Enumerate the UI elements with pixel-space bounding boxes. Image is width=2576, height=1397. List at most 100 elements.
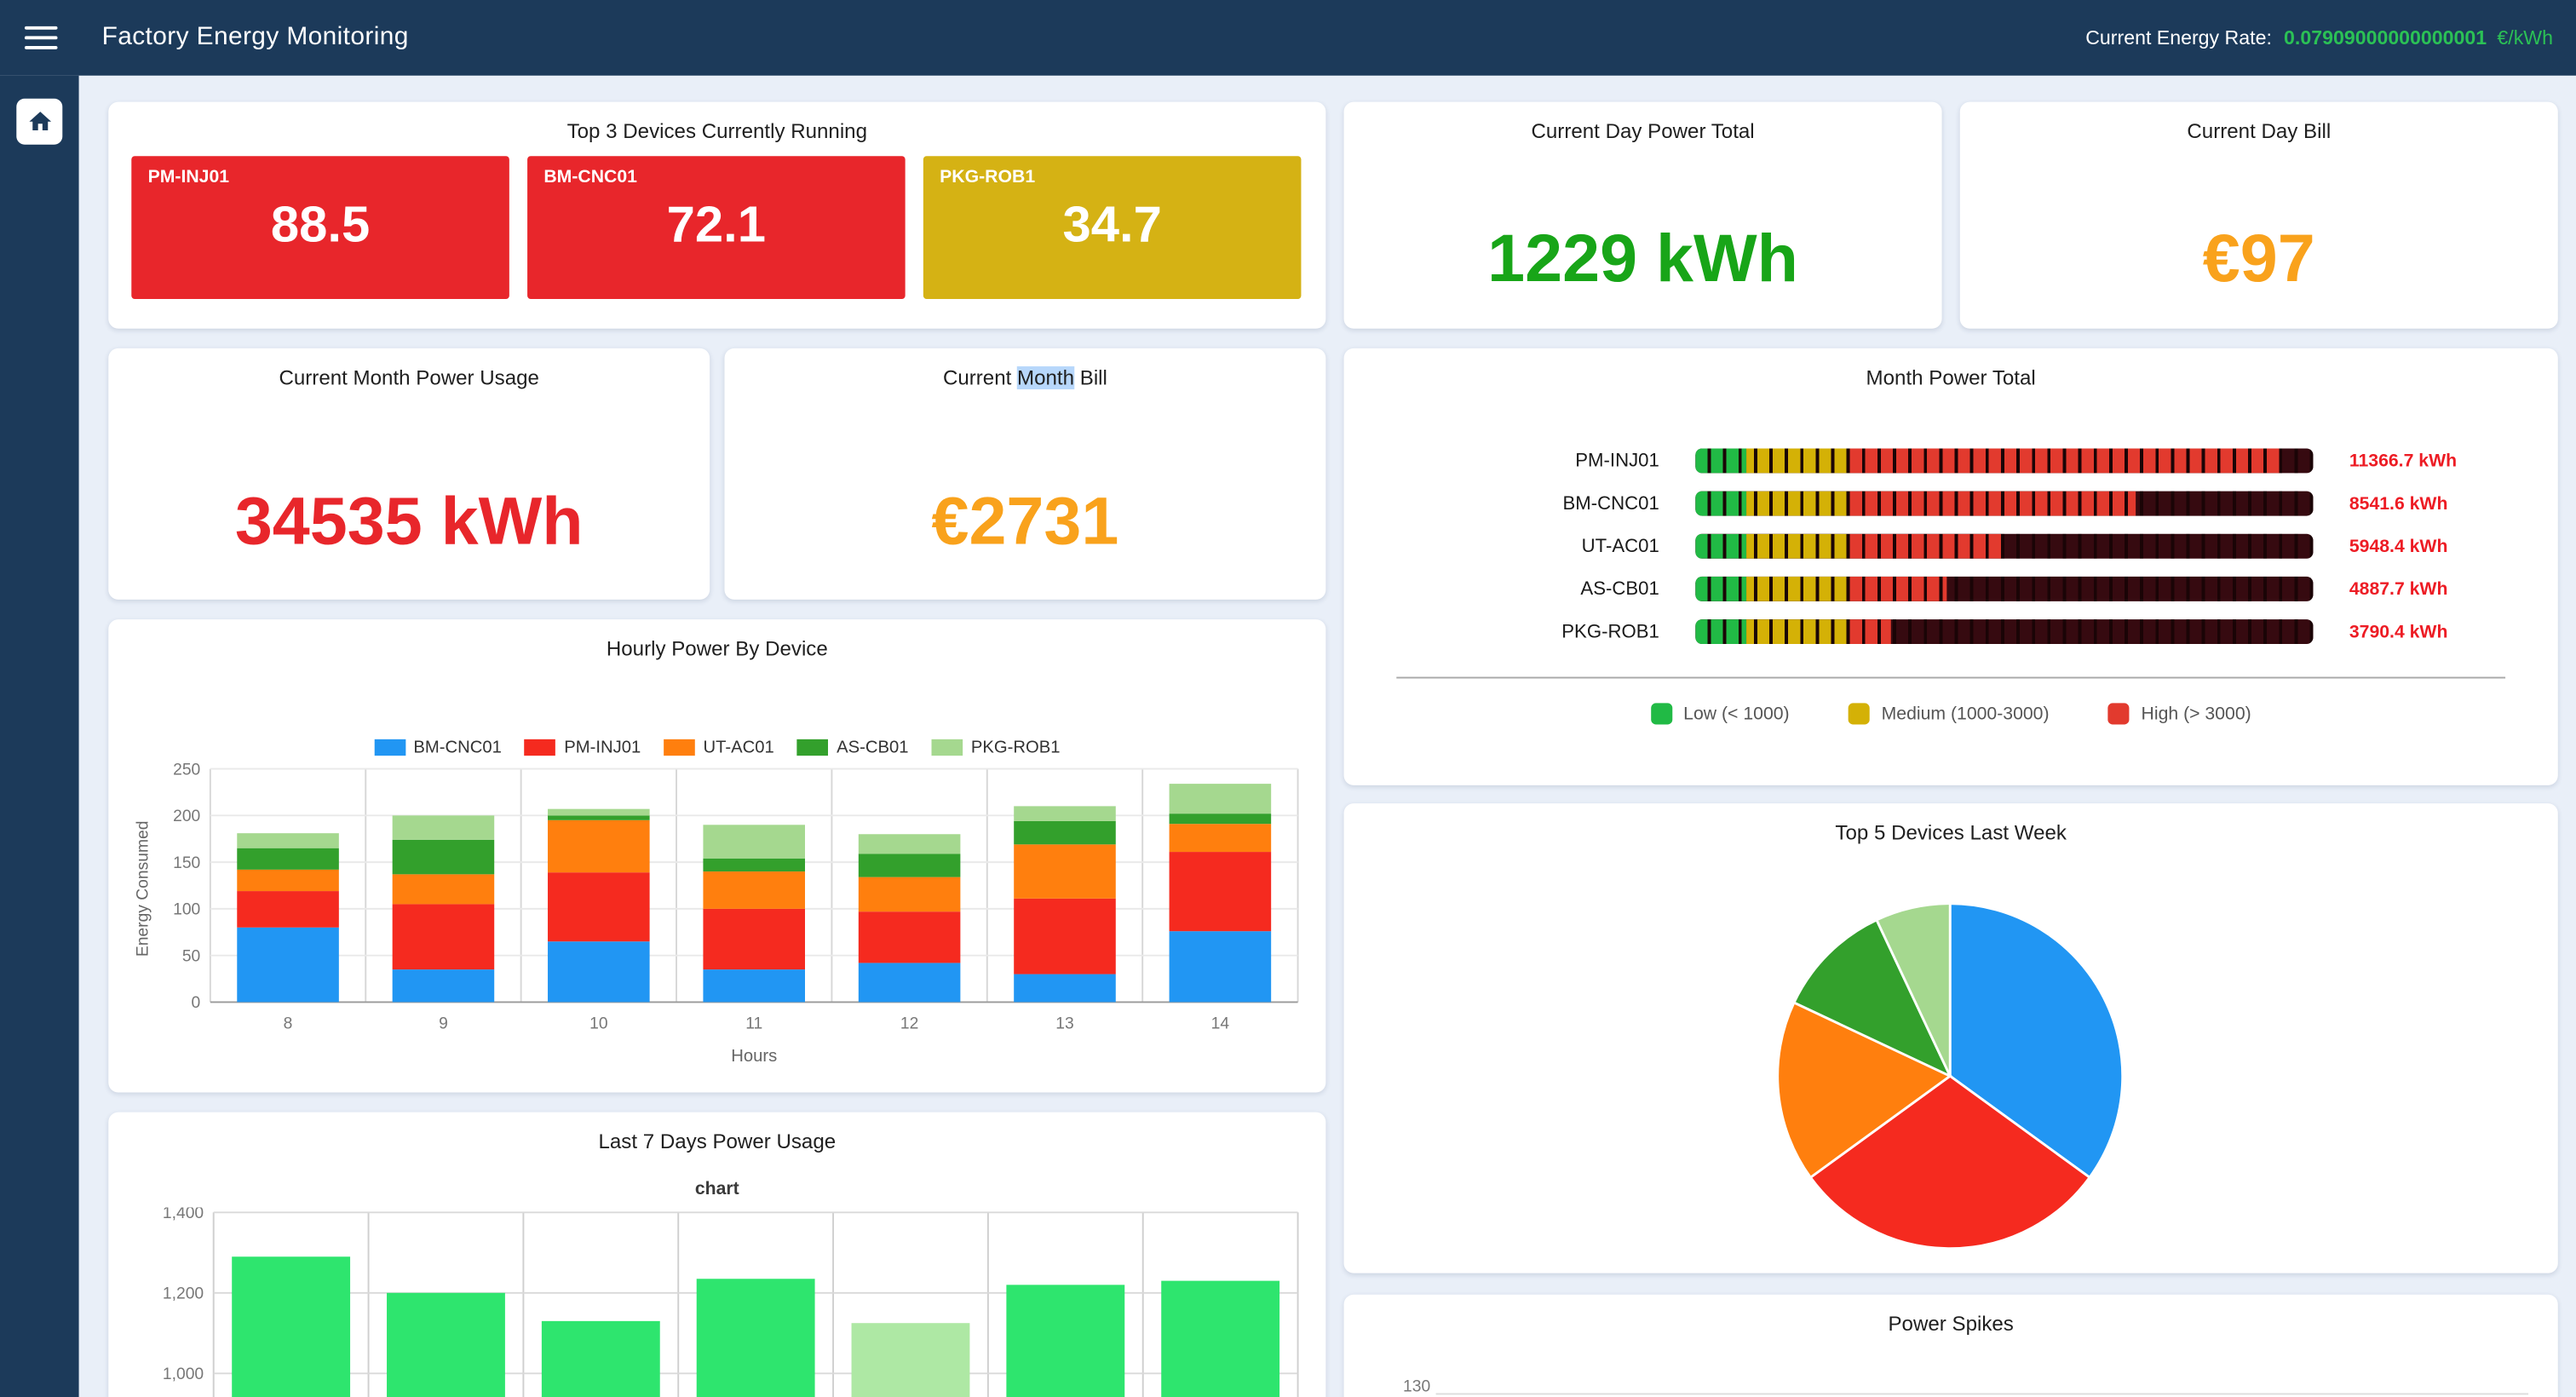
card-power-spikes: Power Spikes 130 [1344, 1295, 2558, 1397]
card-month-bill: Current Month Bill €2731 [724, 348, 1325, 600]
card-title: Power Spikes [1344, 1295, 2558, 1336]
month-device-row: PKG-ROB1 3790.4 kWh [1344, 619, 2558, 644]
device-name: BM-CNC01 [543, 168, 637, 187]
usage-value: 5948.4 kWh [2349, 537, 2448, 556]
svg-text:9: 9 [439, 1015, 448, 1032]
legend-swatch [932, 739, 963, 756]
device-tile-bm-cnc01: BM-CNC01 72.1 [527, 156, 906, 299]
svg-text:11: 11 [745, 1015, 762, 1032]
energy-rate: Current Energy Rate: 0.07909000000000001… [2085, 26, 2553, 49]
usage-bar [1695, 577, 2313, 601]
title-part-selected: Month [1017, 366, 1074, 389]
card-day-bill: Current Day Bill €97 [1960, 102, 2558, 329]
device-power-value: 34.7 [923, 195, 1302, 254]
sidebar [0, 76, 79, 1397]
svg-text:13: 13 [1055, 1015, 1073, 1032]
series-legend: BM-CNC01PM-INJ01UT-AC01AS-CB01PKG-ROB1 [108, 738, 1325, 757]
svg-text:150: 150 [173, 854, 200, 872]
legend-swatch [1651, 703, 1672, 724]
month-device-row: UT-AC015948.4 kWh [1344, 534, 2558, 559]
month-device-row: PM-INJ01 11366.7 kWh [1344, 449, 2558, 474]
svg-text:250: 250 [173, 761, 200, 779]
usage-value: 4887.7 kWh [2349, 579, 2448, 599]
svg-text:0: 0 [192, 994, 201, 1012]
energy-rate-value: 0.07909000000000001 [2284, 26, 2487, 49]
svg-text:14: 14 [1211, 1015, 1230, 1032]
svg-text:100: 100 [173, 901, 200, 919]
card-title: Top 3 Devices Currently Running [108, 102, 1325, 143]
app-title: Factory Energy Monitoring [102, 23, 409, 53]
svg-text:Energy Consumed: Energy Consumed [135, 821, 152, 957]
legend-label: Medium (1000-3000) [1882, 704, 2050, 723]
legend-swatch [525, 739, 556, 756]
card-month-power-total: Month Power Total PM-INJ0111366.7 kWhBM-… [1344, 348, 2558, 785]
segment-stripes [1695, 619, 2313, 644]
device-label: BM-CNC01 [1344, 494, 1659, 514]
device-name: PKG-ROB1 [940, 168, 1035, 187]
svg-text:8: 8 [284, 1015, 293, 1032]
card-top3-devices: Top 3 Devices Currently Running PM-INJ01… [108, 102, 1325, 329]
top-bar: Factory Energy Monitoring Current Energy… [0, 0, 2576, 76]
segment-stripes [1695, 577, 2313, 601]
svg-text:12: 12 [900, 1015, 918, 1032]
usage-value: 11366.7 kWh [2349, 451, 2457, 470]
legend-swatch [797, 739, 829, 756]
gridline [1436, 1393, 2528, 1394]
legend-item: AS-CB01 [797, 738, 909, 757]
usage-bar [1695, 619, 2313, 644]
legend-swatch [374, 739, 405, 756]
month-device-rows: PM-INJ01 11366.7 kWh BM-CNC018541.6 kWh UT-… [1344, 449, 2558, 663]
legend-label: High (> 3000) [2142, 704, 2251, 723]
hourly-stacked-bar-chart: 050100150200250891011121314HoursEnergy C… [108, 757, 1325, 1092]
legend-item: UT-AC01 [664, 738, 774, 757]
card-title: Last 7 Days Power Usage [108, 1112, 1325, 1153]
card-title: Current Day Bill [1960, 102, 2558, 143]
legend-item: Medium (1000-3000) [1849, 703, 2050, 724]
top5-pie-chart [1344, 803, 2558, 1273]
card-title: Current Month Power Usage [108, 348, 710, 389]
menu-bar [25, 45, 58, 49]
day-bill-value: €97 [1960, 220, 2558, 297]
legend-swatch [664, 739, 695, 756]
segment-stripes [1695, 449, 2313, 474]
svg-text:1,000: 1,000 [163, 1365, 204, 1383]
legend-item: PKG-ROB1 [932, 738, 1061, 757]
menu-bar [25, 26, 58, 31]
svg-text:10: 10 [589, 1015, 607, 1032]
legend-label: UT-AC01 [704, 738, 774, 757]
month-device-row: BM-CNC018541.6 kWh [1344, 492, 2558, 516]
device-power-value: 88.5 [131, 195, 509, 254]
energy-rate-unit: €/kWh [2497, 26, 2553, 49]
segment-stripes [1695, 492, 2313, 516]
legend-item: Low (< 1000) [1651, 703, 1790, 724]
card-hourly-power: Hourly Power By Device BM-CNC01PM-INJ01U… [108, 619, 1325, 1092]
legend-label: PM-INJ01 [564, 738, 641, 757]
divider [1396, 677, 2505, 679]
card-month-power-usage: Current Month Power Usage 34535 kWh [108, 348, 710, 600]
device-label: PM-INJ01 [1344, 451, 1659, 470]
device-label: AS-CB01 [1344, 579, 1659, 599]
card-title: Current Day Power Total [1344, 102, 1942, 143]
card-top5-last-week: Top 5 Devices Last Week [1344, 803, 2558, 1273]
month-device-row: AS-CB01 4887.7 kWh [1344, 577, 2558, 601]
svg-text:1,400: 1,400 [163, 1207, 204, 1222]
device-tile-pkg-rob1: PKG-ROB1 34.7 [923, 156, 1302, 299]
usage-bar [1695, 492, 2313, 516]
menu-icon[interactable] [25, 26, 58, 49]
home-button[interactable] [16, 99, 62, 145]
device-tiles: PM-INJ0188.5BM-CNC0172.1PKG-ROB134.7 [131, 156, 1301, 299]
month-power-usage-value: 34535 kWh [108, 483, 710, 561]
svg-text:200: 200 [173, 808, 200, 825]
legend-label: AS-CB01 [837, 738, 908, 757]
legend-swatch [2108, 703, 2130, 724]
energy-rate-label: Current Energy Rate: [2085, 26, 2272, 49]
card-title: Hourly Power By Device [108, 619, 1325, 660]
usage-value: 3790.4 kWh [2349, 622, 2448, 641]
segment-stripes [1695, 534, 2313, 559]
legend-item: PM-INJ01 [525, 738, 641, 757]
dashboard: Factory Energy Monitoring Current Energy… [0, 0, 2576, 1397]
chart-subtitle: chart [108, 1180, 1325, 1199]
device-label: PKG-ROB1 [1344, 622, 1659, 641]
card-day-power-total: Current Day Power Total 1229 kWh [1344, 102, 1942, 329]
device-power-value: 72.1 [527, 195, 906, 254]
